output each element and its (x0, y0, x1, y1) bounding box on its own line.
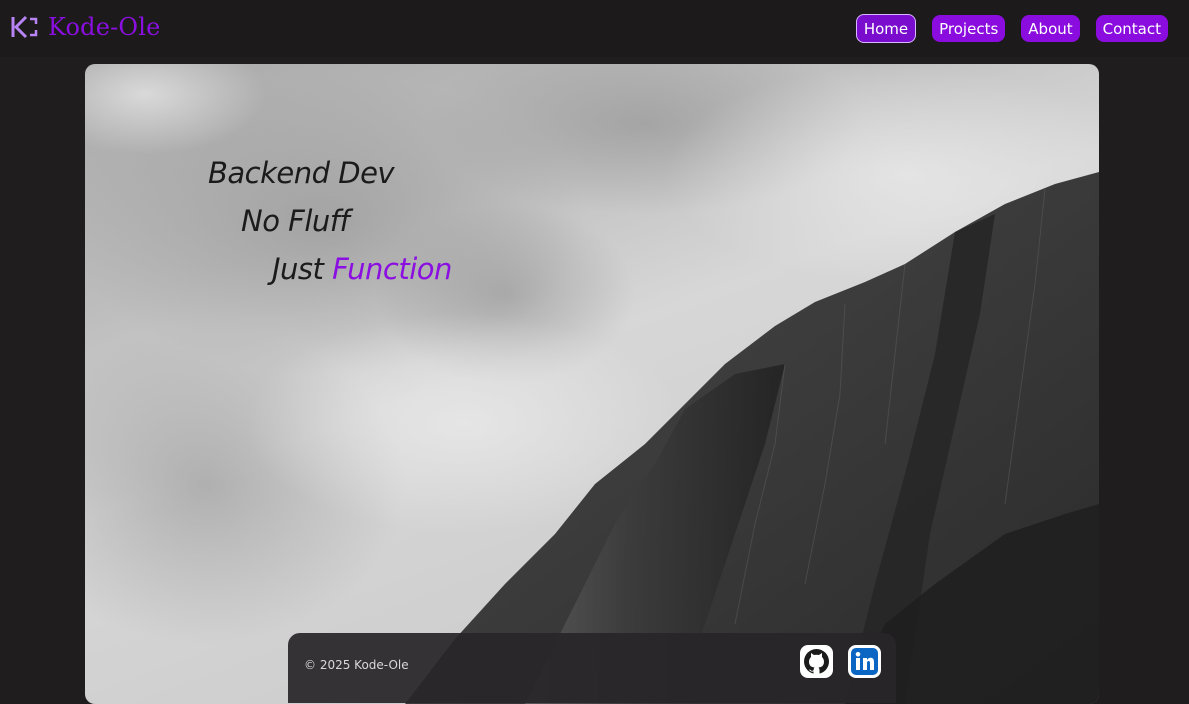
kode-bracket-logo-icon (11, 15, 38, 39)
linkedin-link[interactable] (848, 645, 881, 678)
nav-contact-button[interactable]: Contact (1095, 15, 1168, 42)
hero-banner: Backend Dev No Fluff Just Function (85, 64, 1099, 704)
brand-name: Kode-Ole (48, 13, 161, 41)
hero-line-backend-dev: Backend Dev (208, 156, 395, 190)
hero-line-prefix: Just (272, 252, 324, 286)
top-navbar: Kode-Ole Home Projects About Contact (0, 0, 1189, 57)
copyright-text: © 2025 Kode-Ole (304, 658, 409, 672)
github-link[interactable] (800, 645, 833, 678)
nav-projects-button[interactable]: Projects (932, 15, 1006, 42)
nav-about-button[interactable]: About (1021, 15, 1080, 42)
hero-line-accent: Function (332, 252, 452, 286)
brand-link[interactable]: Kode-Ole (10, 12, 161, 42)
nav-links: Home Projects About Contact (855, 14, 1168, 43)
github-icon (804, 649, 829, 674)
footer-bar: © 2025 Kode-Ole (288, 633, 896, 703)
hero-line-just-function: Just Function (272, 252, 452, 286)
hero-line-no-fluff: No Fluff (241, 204, 350, 238)
linkedin-icon (851, 648, 878, 675)
nav-home-button[interactable]: Home (855, 14, 917, 43)
